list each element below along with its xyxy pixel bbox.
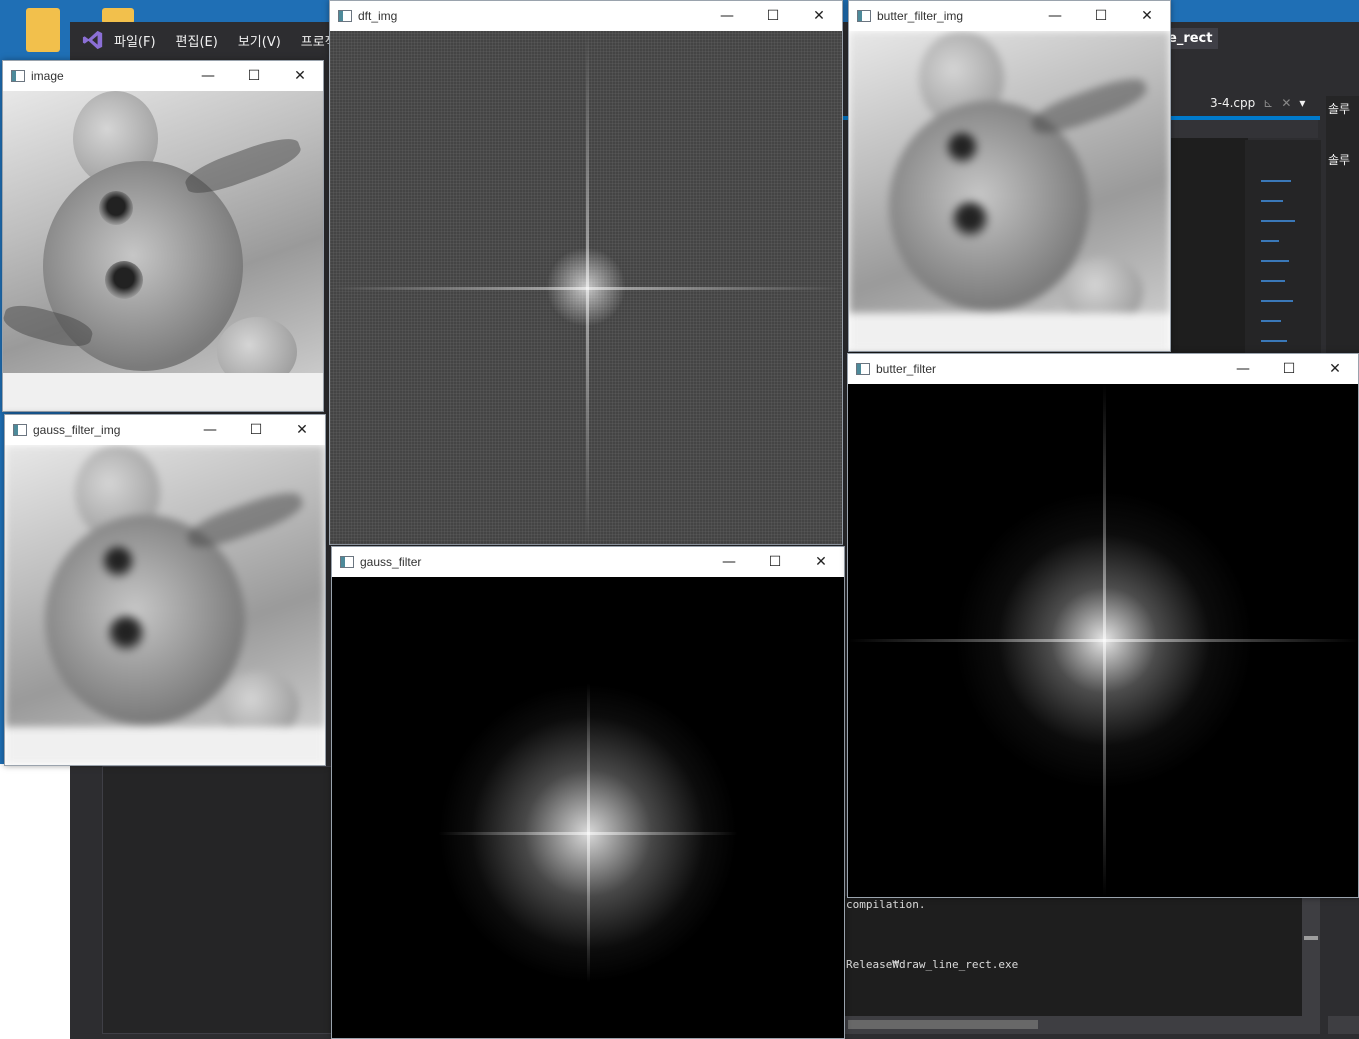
minimize-button[interactable]: —	[1220, 354, 1266, 384]
minimap-line	[1261, 340, 1287, 342]
minimap-line	[1261, 180, 1291, 182]
close-button[interactable]: ✕	[279, 415, 325, 445]
output-panel: compilation. Release₩draw_line_rect.exe	[844, 896, 1302, 1016]
minimap-line	[1261, 280, 1285, 282]
window-title: butter_filter	[876, 362, 937, 376]
window-title: gauss_filter	[360, 555, 422, 569]
blurred-kitten-image	[5, 445, 325, 765]
window-content	[849, 31, 1170, 351]
scrollbar-thumb[interactable]	[1304, 936, 1318, 940]
menu-file[interactable]: 파일(F)	[114, 31, 156, 50]
left-panel	[102, 766, 332, 1034]
editor-tab-label: 3-4.cpp	[1210, 96, 1256, 110]
minimap-line	[1261, 320, 1281, 322]
minimize-button[interactable]: —	[704, 1, 750, 31]
window-title: gauss_filter_img	[33, 423, 121, 437]
scrollbar-thumb[interactable]	[848, 1020, 1038, 1029]
zip-folder-icon[interactable]	[26, 8, 60, 52]
window-content	[332, 577, 844, 1038]
close-icon[interactable]: ✕	[1281, 96, 1291, 110]
output-line: compilation.	[846, 898, 926, 911]
window-app-icon	[13, 424, 27, 436]
window-app-icon	[856, 363, 870, 375]
minimize-button[interactable]: —	[1032, 1, 1078, 31]
pin-icon[interactable]: ⊾	[1263, 96, 1273, 110]
minimize-button[interactable]: —	[187, 415, 233, 445]
close-button[interactable]: ✕	[1124, 1, 1170, 31]
butter-filtered-spectrum-image	[848, 384, 1358, 897]
gauss-filtered-spectrum-image	[332, 577, 844, 1038]
window-titlebar[interactable]: image — ☐ ✕	[3, 61, 323, 91]
minimap-line	[1261, 240, 1279, 242]
window-app-icon	[340, 556, 354, 568]
menu-view[interactable]: 보기(V)	[238, 31, 281, 50]
window-app-icon	[338, 10, 352, 22]
window-title: dft_img	[358, 9, 398, 23]
window-dft-img[interactable]: dft_img — ☐ ✕	[329, 0, 843, 545]
window-titlebar[interactable]: gauss_filter — ☐ ✕	[332, 547, 844, 577]
desktop-background-strip	[0, 764, 70, 1039]
butter-blurred-kitten-image	[849, 31, 1170, 351]
window-titlebar[interactable]: butter_filter — ☐ ✕	[848, 354, 1358, 384]
solution-explorer-panel[interactable]: 솔루 솔루	[1326, 96, 1359, 376]
editor-tab[interactable]: 3-4.cpp ⊾ ✕ ▾	[1210, 96, 1305, 110]
minimap-line	[1261, 300, 1293, 302]
visual-studio-logo-icon	[82, 30, 103, 50]
solution-explorer-tab[interactable]: 솔루	[1326, 147, 1359, 172]
output-horizontal-scrollbar[interactable]	[844, 1016, 1320, 1034]
maximize-button[interactable]: ☐	[752, 547, 798, 577]
window-gauss-filter-img[interactable]: gauss_filter_img — ☐ ✕	[4, 414, 326, 766]
close-button[interactable]: ✕	[277, 61, 323, 91]
close-button[interactable]: ✕	[796, 1, 842, 31]
solution-explorer-title: 솔루	[1328, 102, 1351, 116]
close-button[interactable]: ✕	[1312, 354, 1358, 384]
solution-horizontal-scrollbar[interactable]	[1328, 1016, 1359, 1034]
minimap-line	[1261, 200, 1283, 202]
maximize-button[interactable]: ☐	[750, 1, 796, 31]
maximize-button[interactable]: ☐	[231, 61, 277, 91]
window-butter-filter[interactable]: butter_filter — ☐ ✕	[847, 353, 1359, 898]
maximize-button[interactable]: ☐	[233, 415, 279, 445]
minimize-button[interactable]: —	[185, 61, 231, 91]
window-titlebar[interactable]: gauss_filter_img — ☐ ✕	[5, 415, 325, 445]
minimize-button[interactable]: —	[706, 547, 752, 577]
window-image[interactable]: image — ☐ ✕	[2, 60, 324, 412]
window-content	[3, 91, 323, 411]
menu-edit[interactable]: 편집(E)	[176, 31, 218, 50]
maximize-button[interactable]: ☐	[1078, 1, 1124, 31]
window-title: image	[31, 69, 64, 83]
window-titlebar[interactable]: dft_img — ☐ ✕	[330, 1, 842, 31]
output-vertical-scrollbar[interactable]	[1302, 896, 1320, 1016]
window-content	[848, 384, 1358, 897]
window-butter-filter-img[interactable]: butter_filter_img — ☐ ✕	[848, 0, 1171, 352]
kitten-image	[3, 91, 323, 411]
window-titlebar[interactable]: butter_filter_img — ☐ ✕	[849, 1, 1170, 31]
window-app-icon	[857, 10, 871, 22]
dft-spectrum-image	[330, 31, 842, 544]
minimap-line	[1261, 220, 1295, 222]
minimap-line	[1261, 260, 1289, 262]
window-content	[5, 445, 325, 765]
window-content	[330, 31, 842, 544]
editor-minimap[interactable]	[1245, 140, 1321, 358]
window-gauss-filter[interactable]: gauss_filter — ☐ ✕	[331, 546, 845, 1039]
window-title: butter_filter_img	[877, 9, 964, 23]
output-line: Release₩draw_line_rect.exe	[846, 958, 1019, 971]
maximize-button[interactable]: ☐	[1266, 354, 1312, 384]
close-button[interactable]: ✕	[798, 547, 844, 577]
window-app-icon	[11, 70, 25, 82]
chevron-down-icon[interactable]: ▾	[1299, 96, 1305, 110]
